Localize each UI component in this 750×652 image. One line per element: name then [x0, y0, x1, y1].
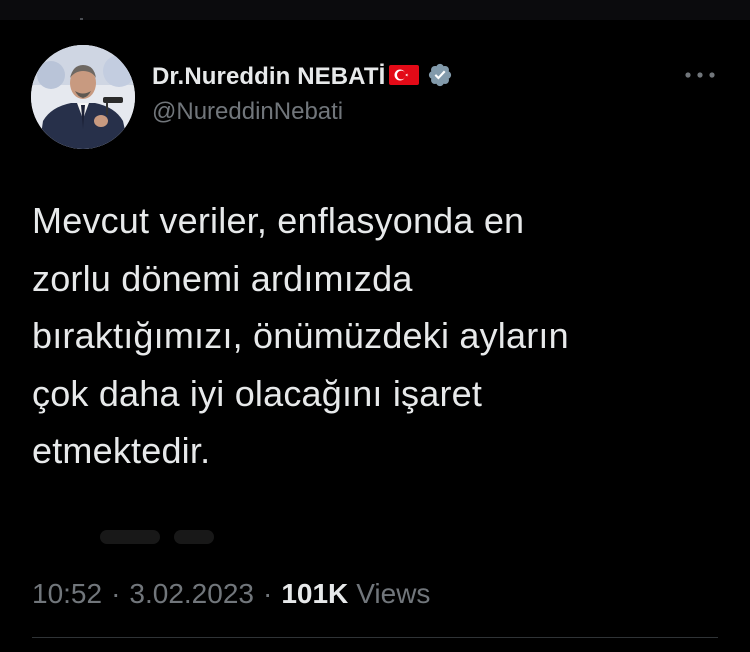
turkey-flag-icon: [389, 64, 420, 90]
author-name-row: Dr.Nureddin NEBATİ: [152, 60, 453, 94]
views-label[interactable]: Views: [356, 578, 430, 610]
meta-separator: ·: [262, 578, 273, 609]
avatar[interactable]: [31, 45, 135, 149]
tweet-time[interactable]: 10:52: [32, 578, 102, 610]
avatar-photo: [31, 45, 135, 149]
verified-badge-icon: [427, 62, 453, 93]
top-strip: [0, 0, 750, 20]
tweet-meta: 10:52 · 3.02.2023 · 101K Views: [32, 578, 430, 610]
views-count[interactable]: 101K: [281, 578, 348, 610]
divider: [32, 637, 718, 638]
meta-separator: ·: [111, 578, 121, 609]
author-display-name[interactable]: Dr.Nureddin NEBATİ: [152, 63, 385, 91]
tweet-text: Mevcut veriler, enflasyonda en zorlu dön…: [32, 200, 569, 471]
more-options-icon[interactable]: [684, 66, 716, 84]
author-handle[interactable]: @NureddinNebati: [152, 98, 343, 126]
tweet-card: Dr.Nureddin NEBATİ @NureddinNebati Mevcu…: [0, 20, 750, 652]
faded-reply-hint: [100, 524, 230, 550]
tweet-date[interactable]: 3.02.2023: [129, 578, 254, 610]
